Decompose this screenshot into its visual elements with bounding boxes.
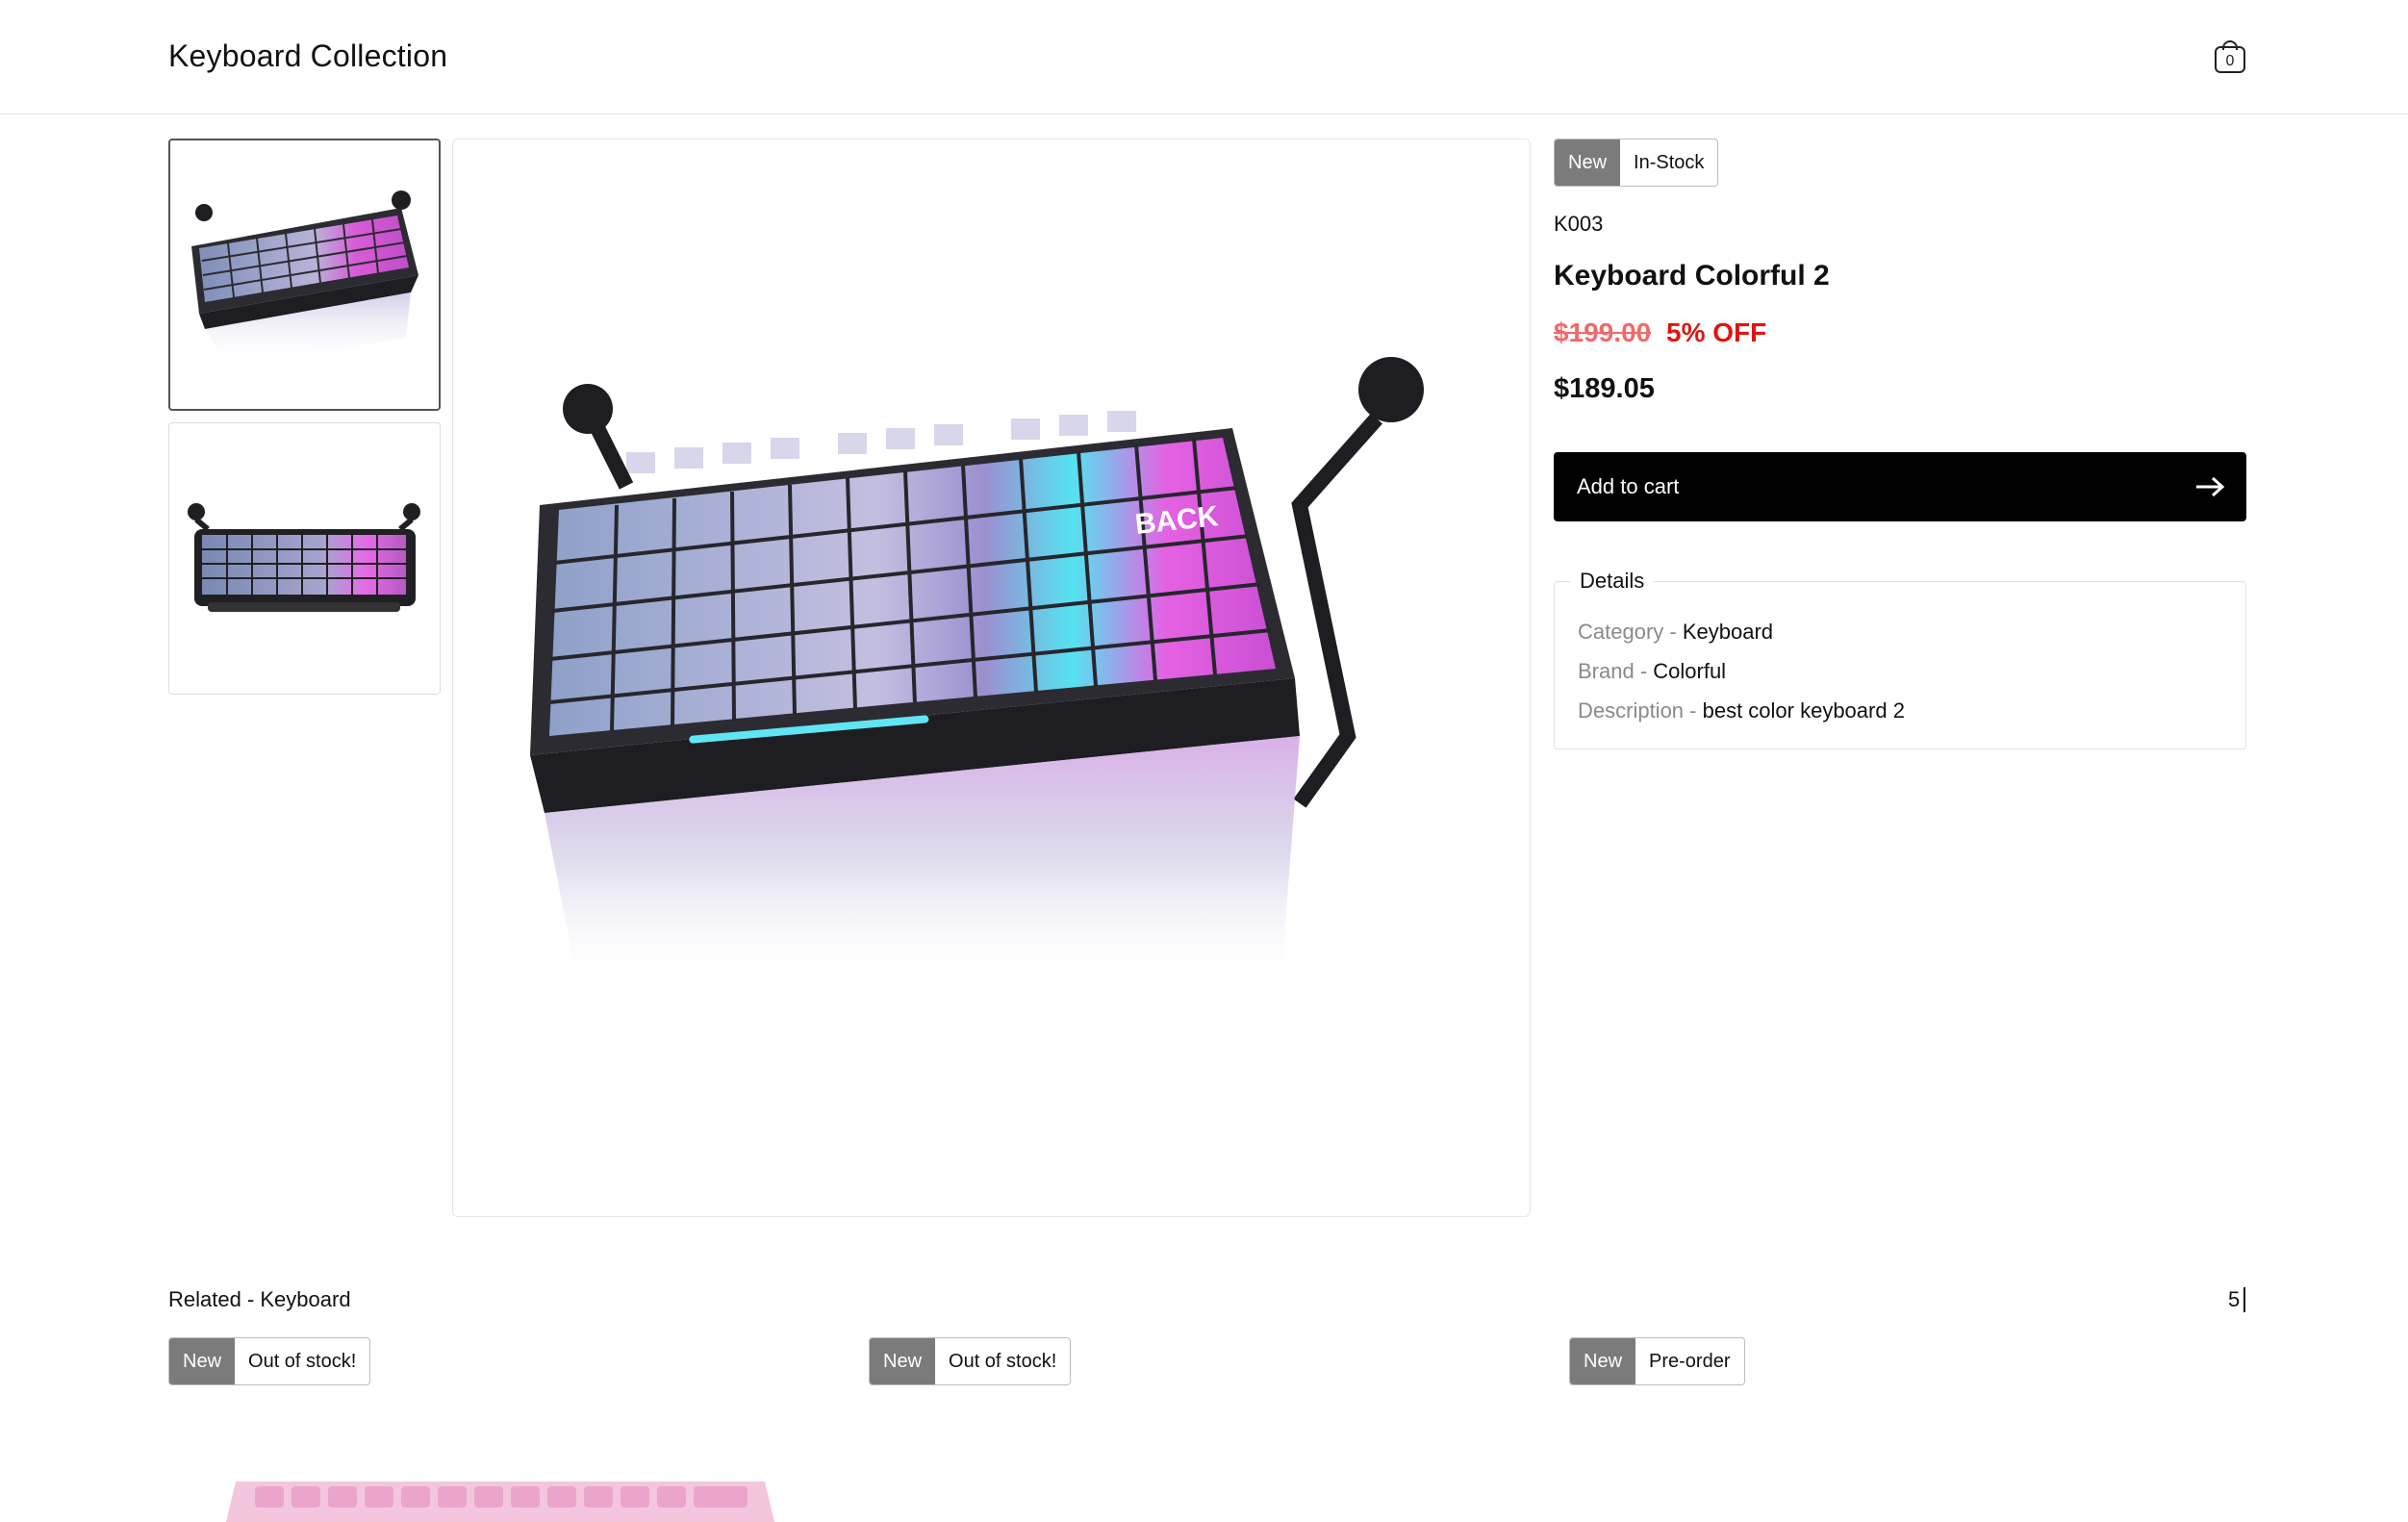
thumbnail-2[interactable] [168, 422, 441, 695]
add-to-cart-button[interactable]: Add to cart [1554, 452, 2246, 521]
cart-button[interactable]: 0 [2213, 40, 2247, 73]
product-title: Keyboard Colorful 2 [1554, 260, 1830, 292]
keyboard-thumbnail-image-1 [191, 190, 418, 367]
related-title: Related - Keyboard [168, 1287, 351, 1311]
details-title: Details [1570, 569, 1655, 594]
pink-keyboard-image [226, 1482, 774, 1522]
related-card-1-badges: New Out of stock! [168, 1337, 371, 1385]
keyboard-thumbnail-image-2 [188, 503, 420, 612]
detail-value: best color keyboard 2 [1702, 698, 1905, 723]
detail-value: Colorful [1653, 659, 1727, 683]
badge-new: New [870, 1338, 936, 1384]
badge-stock-status: Out of stock! [949, 1351, 1057, 1372]
badge-stock-status: Out of stock! [248, 1351, 357, 1372]
add-to-cart-label: Add to cart [1577, 474, 1680, 498]
badge-new: New [169, 1338, 236, 1384]
related-card-1-image[interactable] [168, 1414, 842, 1522]
detail-key: Category - [1578, 620, 1683, 644]
detail-key: Description - [1578, 698, 1703, 723]
related-count: 5 [2228, 1287, 2246, 1312]
badge-new: New [1555, 140, 1621, 186]
cart-count: 0 [2225, 53, 2235, 69]
main-product-image[interactable]: BACK [452, 139, 1531, 1217]
product-badges: New In-Stock [1554, 139, 1719, 187]
detail-row-description: Description - best color keyboard 2 [1578, 698, 1905, 723]
product-price: $189.05 [1554, 373, 1655, 404]
product-discount: 5% OFF [1666, 317, 1767, 347]
thumbnail-1[interactable] [168, 139, 441, 411]
badge-stock-status: In-Stock [1634, 152, 1705, 173]
badge-stock-status: Pre-order [1649, 1351, 1731, 1372]
keyboard-main-image: BACK [530, 357, 1424, 986]
site-header: Keyboard Collection 0 [0, 0, 2408, 114]
related-card-3-badges: New Pre-order [1569, 1337, 1745, 1385]
related-card-2-badges: New Out of stock! [869, 1337, 1072, 1385]
detail-row-category: Category - Keyboard [1578, 620, 1773, 645]
arrow-right-icon [2196, 476, 2225, 497]
product-sku: K003 [1554, 212, 1604, 236]
product-old-price: $199.00 [1554, 317, 1652, 347]
detail-value: Keyboard [1682, 620, 1774, 644]
site-brand[interactable]: Keyboard Collection [168, 38, 447, 74]
detail-key: Brand - [1578, 659, 1654, 683]
detail-row-brand: Brand - Colorful [1578, 659, 1726, 684]
badge-new: New [1570, 1338, 1636, 1384]
